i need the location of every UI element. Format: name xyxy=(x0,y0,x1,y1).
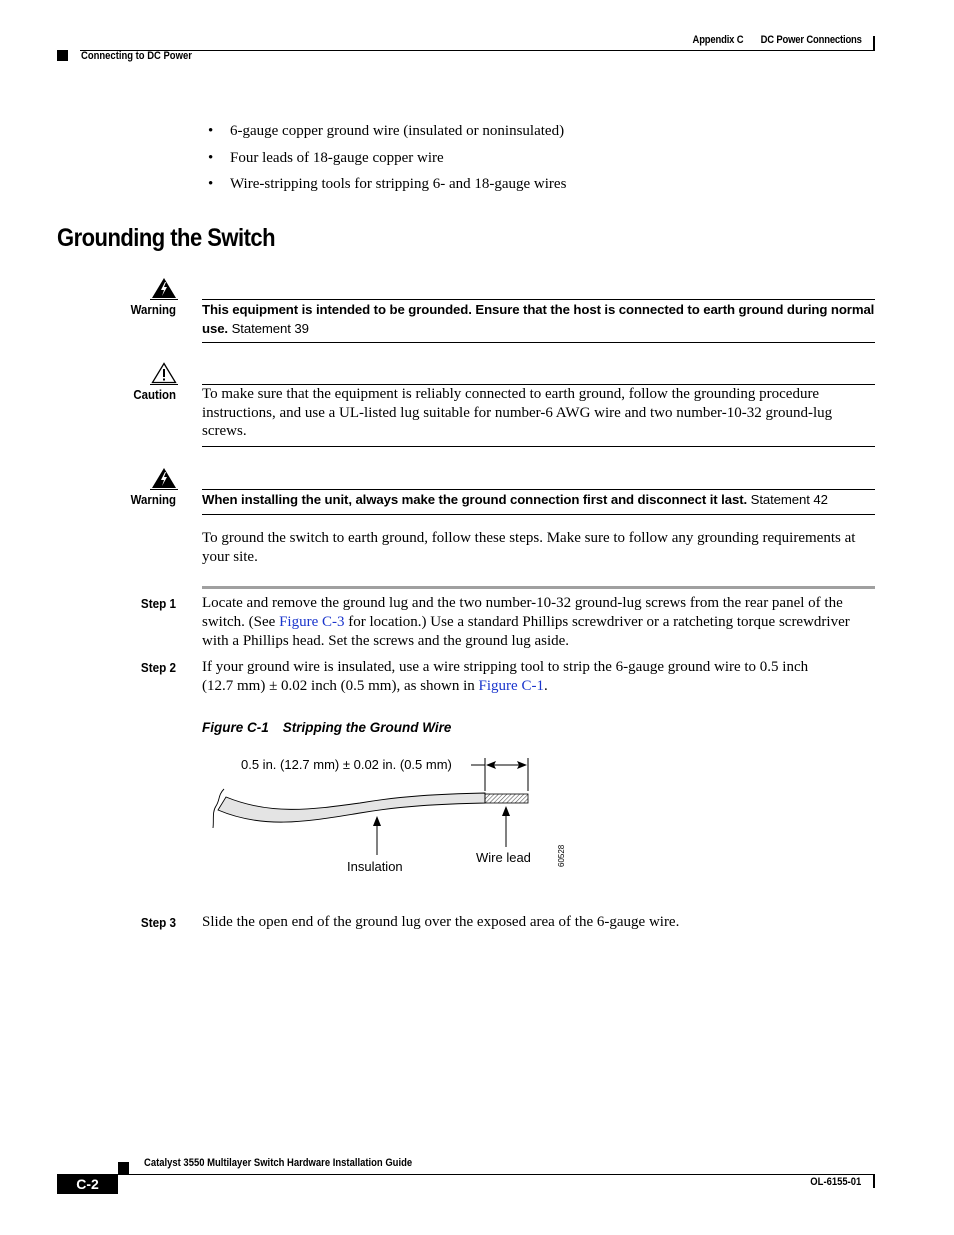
statement-number: Statement 42 xyxy=(750,492,828,507)
figure-number: Figure C-1 xyxy=(202,720,269,735)
caution-exclamation-icon xyxy=(151,362,177,384)
arrow-up-icon xyxy=(373,816,381,826)
page-number: C-2 xyxy=(57,1174,118,1194)
header-vertical-bar xyxy=(873,36,875,51)
step-text: Slide the open end of the ground lug ove… xyxy=(202,914,680,930)
notice-icon-rule xyxy=(150,384,178,385)
footer-vertical-bar xyxy=(873,1175,875,1188)
warning-text: When installing the unit, always make th… xyxy=(202,492,828,507)
step-label: Step 3 xyxy=(140,915,176,930)
header-section: Connecting to DC Power xyxy=(81,50,192,62)
notice-bottom-rule xyxy=(202,446,875,447)
dimension-label: 0.5 in. (12.7 mm) ± 0.02 in. (0.5 mm) xyxy=(241,757,452,772)
footer-guide-title: Catalyst 3550 Multilayer Switch Hardware… xyxy=(144,1157,413,1169)
notice-icon-rule xyxy=(150,299,178,300)
warning-lightning-icon xyxy=(152,278,176,298)
art-id: 60528 xyxy=(557,844,566,867)
figure-caption: Figure C-1 Stripping the Ground Wire xyxy=(202,720,451,735)
figure-title: Stripping the Ground Wire xyxy=(282,720,452,735)
caution-text: To make sure that the equipment is relia… xyxy=(202,386,833,439)
step-text: If your ground wire is insulated, use a … xyxy=(202,659,809,694)
list-item: • 6-gauge copper ground wire (insulated o… xyxy=(208,123,565,139)
running-header: Appendix C DC Power Connections xyxy=(693,34,862,46)
notice-top-rule xyxy=(202,299,875,300)
figure-c3-link[interactable]: Figure C-3 xyxy=(279,614,344,630)
step-text: Locate and remove the ground lug and the… xyxy=(202,595,850,649)
procedure-rule xyxy=(202,586,875,589)
arrow-up-icon xyxy=(502,806,510,816)
wire-lead xyxy=(484,793,529,804)
warning-label: Warning xyxy=(130,302,176,317)
step-label: Step 1 xyxy=(140,596,176,611)
section-heading: Grounding the Switch xyxy=(57,224,276,252)
notice-icon-rule xyxy=(150,489,178,490)
header-appendix: Appendix C xyxy=(692,34,744,46)
statement-number: Statement 39 xyxy=(231,320,309,336)
list-item: • Wire-stripping tools for stripping 6- a… xyxy=(208,176,567,192)
step-label: Step 2 xyxy=(140,660,176,675)
wire-lead-label: Wire lead xyxy=(476,850,531,865)
insulation-label: Insulation xyxy=(347,859,403,874)
caution-label: Caution xyxy=(133,387,176,402)
footer-doc-number: OL-6155-01 xyxy=(809,1176,861,1188)
notice-bottom-rule xyxy=(202,514,875,515)
wire-stripping-figure: 0.5 in. (12.7 mm) ± 0.02 in. (0.5 mm) In… xyxy=(212,757,566,874)
warning-text: This equipment is intended to be grounde… xyxy=(202,302,875,336)
footer-rule xyxy=(118,1174,875,1175)
header-rule xyxy=(80,50,875,51)
list-item: • Four leads of 18-gauge copper wire xyxy=(208,149,444,166)
notice-top-rule xyxy=(202,489,875,490)
header-chapter: DC Power Connections xyxy=(760,34,862,46)
intro-paragraph: To ground the switch to earth ground, fo… xyxy=(202,530,856,565)
warning-lightning-icon xyxy=(152,468,176,488)
requirements-list: • 6-gauge copper ground wire (insulated o… xyxy=(208,121,566,201)
warning-label: Warning xyxy=(130,492,176,507)
bullet-icon: • xyxy=(208,176,214,192)
wire-insulation xyxy=(217,792,486,823)
figure-c1-link[interactable]: Figure C-1 xyxy=(479,678,544,694)
header-block-marker xyxy=(57,50,68,61)
notice-bottom-rule xyxy=(202,342,875,343)
bullet-icon: • xyxy=(208,123,214,139)
bullet-icon: • xyxy=(208,149,214,166)
